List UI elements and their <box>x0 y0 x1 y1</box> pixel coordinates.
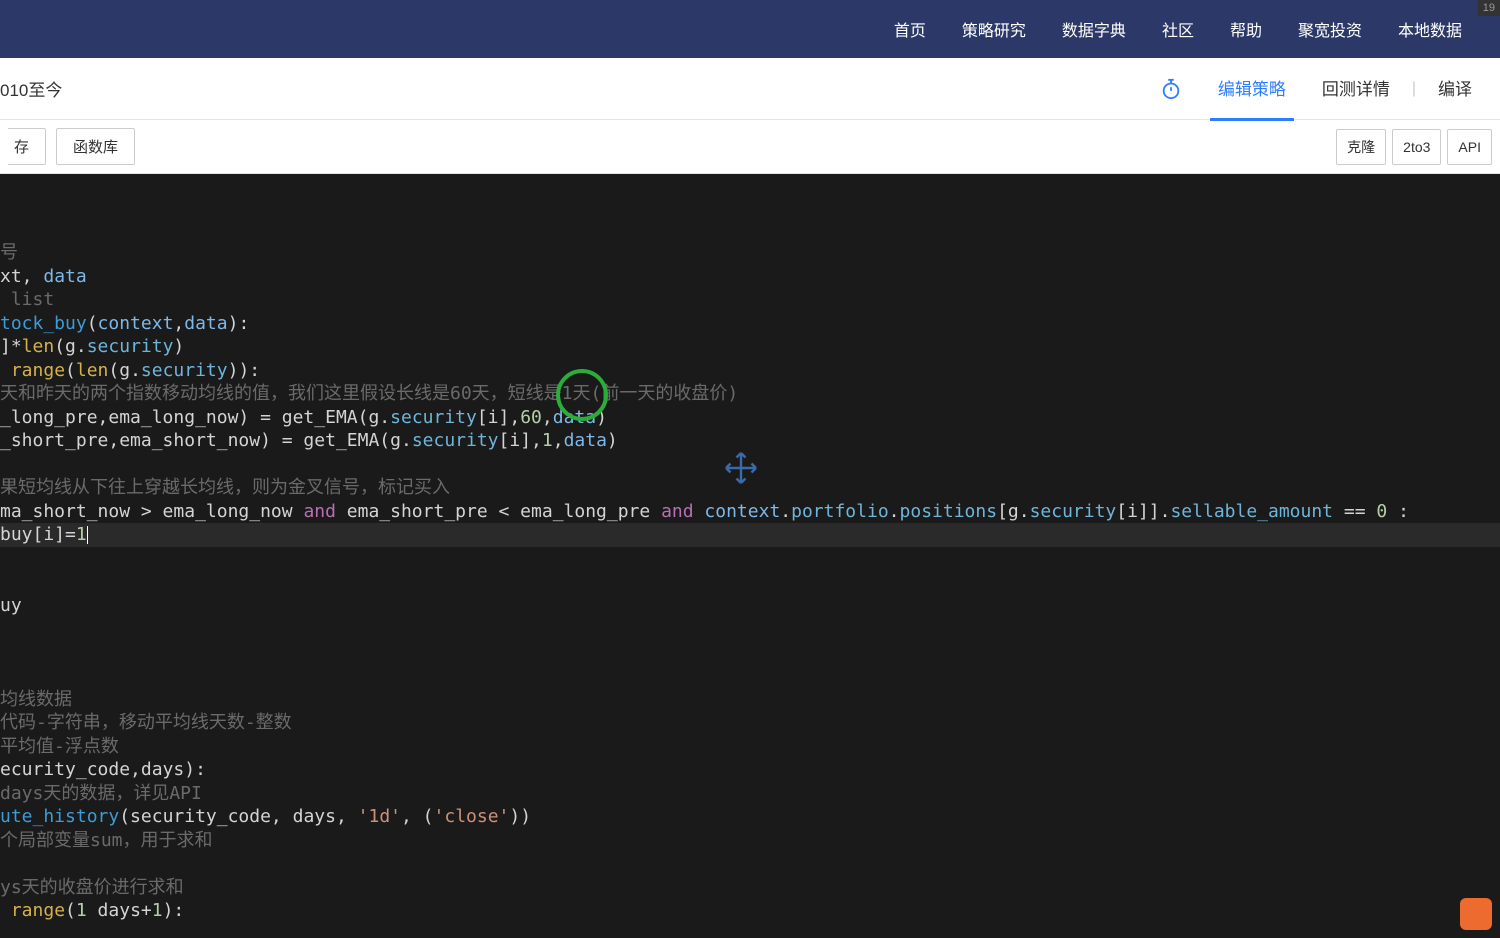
tab-compile[interactable]: 编译 <box>1430 57 1480 121</box>
function-library-button[interactable]: 函数库 <box>56 128 135 165</box>
sub-header: 010至今 编辑策略 回测详情 | 编译 <box>0 58 1500 120</box>
api-button[interactable]: API <box>1447 129 1492 165</box>
stopwatch-icon[interactable] <box>1160 78 1182 100</box>
editor-toolbar: 存 函数库 克隆 2to3 API <box>0 120 1500 174</box>
code-editor[interactable]: 号 xt, data list tock_buy(context,data): … <box>0 174 1500 938</box>
move-cursor-icon <box>680 426 716 462</box>
nav-help[interactable]: 帮助 <box>1230 17 1262 41</box>
nav-local-data[interactable]: 本地数据 <box>1398 17 1462 41</box>
current-line: buy[i]=1 <box>0 523 1500 547</box>
tab-edit-strategy[interactable]: 编辑策略 <box>1210 57 1294 121</box>
2to3-button[interactable]: 2to3 <box>1392 129 1441 165</box>
top-navigation: 首页 策略研究 数据字典 社区 帮助 聚宽投资 本地数据 <box>0 0 1500 58</box>
save-button-partial[interactable]: 存 <box>8 128 46 165</box>
tab-divider: | <box>1412 80 1416 98</box>
nav-community[interactable]: 社区 <box>1162 17 1194 41</box>
code-comment: 号 <box>0 242 18 263</box>
nav-home[interactable]: 首页 <box>894 17 926 41</box>
ime-indicator-icon <box>1460 898 1492 930</box>
nav-strategy-research[interactable]: 策略研究 <box>962 17 1026 41</box>
strategy-title: 010至今 <box>0 76 62 101</box>
clone-button[interactable]: 克隆 <box>1336 129 1386 165</box>
nav-data-dict[interactable]: 数据字典 <box>1062 17 1126 41</box>
nav-jukuan-invest[interactable]: 聚宽投资 <box>1298 17 1362 41</box>
tab-backtest-detail[interactable]: 回测详情 <box>1314 57 1398 121</box>
notification-badge: 19 <box>1478 0 1500 16</box>
